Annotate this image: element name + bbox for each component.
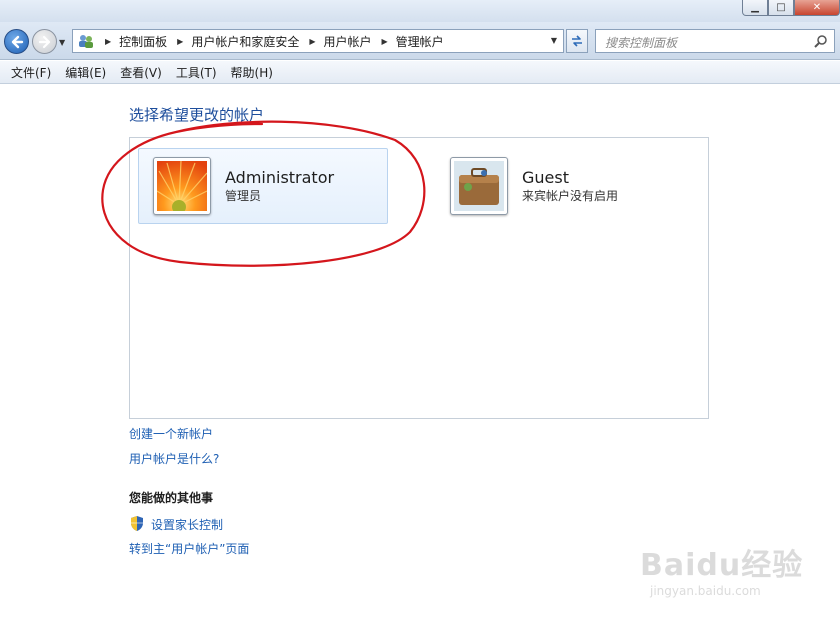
watermark-url: jingyan.baidu.com (650, 584, 761, 598)
flower-avatar-icon (153, 157, 211, 215)
account-name: Guest (522, 168, 569, 187)
control-panel-users-icon (79, 35, 93, 48)
menu-help[interactable]: 帮助(H) (224, 64, 280, 81)
account-name: Administrator (225, 168, 335, 187)
menu-view[interactable]: 查看(V) (113, 64, 169, 81)
recent-pages-dropdown[interactable]: ▼ (59, 38, 65, 47)
breadcrumb-separator-icon: ▶ (105, 36, 112, 46)
create-account-link[interactable]: 创建一个新帐户 (129, 425, 213, 442)
account-type: 管理员 (225, 189, 262, 203)
search-box[interactable]: 搜索控制面板 (595, 29, 835, 53)
minimize-button[interactable]: ▁ (742, 0, 768, 16)
navigation-bar: ▼ ▶ 控制面板 ▶ 用户帐户和家庭安全 ▶ 用户帐户 ▶ 管理帐户 ▼ 搜索控… (0, 22, 840, 60)
breadcrumb-control-panel[interactable]: 控制面板 (119, 33, 167, 50)
breadcrumb-separator-icon: ▶ (177, 36, 184, 46)
forward-arrow-icon (38, 35, 50, 48)
menu-bar: 文件(F) 编辑(E) 查看(V) 工具(T) 帮助(H) (0, 61, 840, 84)
account-tile-guest[interactable]: Guest 来宾帐户没有启用 (436, 148, 686, 224)
address-history-dropdown[interactable]: ▼ (551, 36, 557, 45)
breadcrumb-user-accounts-family-safety[interactable]: 用户帐户和家庭安全 (191, 33, 299, 50)
breadcrumb-separator-icon: ▶ (381, 36, 388, 46)
menu-edit[interactable]: 编辑(E) (58, 64, 113, 81)
shield-icon (131, 516, 143, 531)
breadcrumb-user-accounts[interactable]: 用户帐户 (324, 33, 372, 50)
window-controls: ▁ □ ✕ (742, 0, 840, 16)
maximize-button[interactable]: □ (768, 0, 794, 16)
refresh-button[interactable] (566, 29, 588, 53)
address-bar[interactable]: ▶ 控制面板 ▶ 用户帐户和家庭安全 ▶ 用户帐户 ▶ 管理帐户 ▼ (72, 29, 564, 53)
page-title: 选择希望更改的帐户 (129, 106, 265, 124)
suitcase-avatar-icon (450, 157, 508, 215)
what-is-account-link[interactable]: 用户帐户是什么? (129, 450, 219, 467)
back-button[interactable] (4, 29, 29, 54)
watermark-logo: Baidu经验 (640, 548, 804, 583)
account-type: 来宾帐户没有启用 (522, 189, 619, 203)
menu-file[interactable]: 文件(F) (4, 64, 58, 81)
refresh-icon (572, 35, 582, 47)
search-icon[interactable] (814, 34, 828, 48)
menu-tools[interactable]: 工具(T) (169, 64, 224, 81)
go-to-user-accounts-link[interactable]: 转到主“用户帐户”页面 (129, 540, 249, 557)
back-arrow-icon (11, 35, 23, 48)
parental-controls-link[interactable]: 设置家长控制 (151, 516, 223, 533)
other-tasks-heading: 您能做的其他事 (129, 491, 214, 505)
forward-button[interactable] (32, 29, 57, 54)
search-input[interactable]: 搜索控制面板 (605, 34, 677, 51)
close-button[interactable]: ✕ (794, 0, 840, 16)
breadcrumb-manage-accounts[interactable]: 管理帐户 (396, 33, 444, 50)
watermark: Baidu经验 jingyan.baidu.com (640, 540, 820, 610)
breadcrumb-separator-icon: ▶ (309, 36, 316, 46)
account-tile-administrator[interactable]: Administrator 管理员 (138, 148, 388, 224)
accounts-panel: Administrator 管理员 Guest 来宾帐户没有启用 (129, 137, 709, 419)
